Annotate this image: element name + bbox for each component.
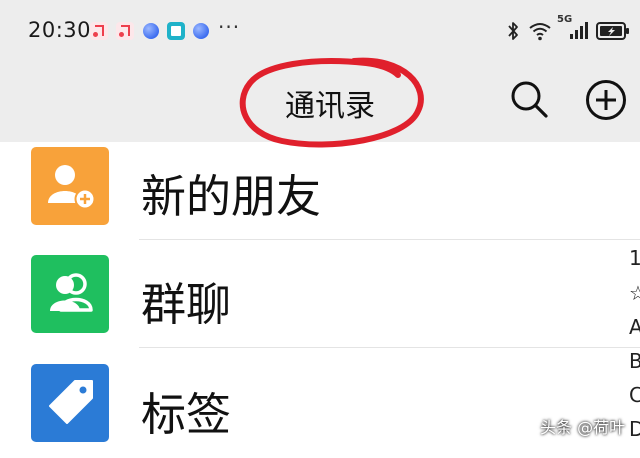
- sphere-icon: [143, 23, 159, 39]
- group-chats-row[interactable]: 群聊: [0, 250, 640, 350]
- book-icon: [167, 22, 185, 40]
- divider: [139, 239, 640, 240]
- music-icon: [90, 22, 108, 40]
- tags-row[interactable]: 标签: [0, 358, 640, 458]
- search-button[interactable]: [508, 78, 550, 120]
- new-friends-row[interactable]: 新的朋友: [0, 142, 640, 242]
- index-letter[interactable]: 1: [629, 246, 640, 270]
- add-button[interactable]: [584, 78, 628, 122]
- signal-icon: [570, 22, 588, 39]
- new-friends-label: 新的朋友: [141, 170, 322, 223]
- index-letter[interactable]: A: [629, 315, 640, 339]
- red-circle-annotation: [239, 57, 424, 148]
- more-notifications-icon: ···: [218, 15, 241, 39]
- tags-label: 标签: [141, 388, 232, 441]
- bluetooth-icon: [508, 22, 518, 40]
- group-icon: [31, 255, 109, 333]
- tag-icon: [31, 364, 109, 442]
- watermark: 头条 @荷叶: [540, 418, 626, 437]
- divider: [139, 347, 640, 348]
- add-contact-icon: [31, 147, 109, 225]
- status-bar: 20:30 ··· 5G: [0, 0, 640, 60]
- sphere-icon: [193, 23, 209, 39]
- index-letter[interactable]: B: [629, 349, 640, 373]
- group-chats-label: 群聊: [141, 278, 232, 331]
- title-bar: 通讯录: [0, 57, 640, 148]
- music-icon: [116, 22, 134, 40]
- index-letter[interactable]: D: [629, 417, 640, 441]
- battery-icon: [596, 22, 629, 40]
- status-time: 20:30: [28, 18, 92, 42]
- index-letter[interactable]: ☆: [629, 281, 640, 305]
- wifi-icon: [529, 23, 551, 41]
- index-letter[interactable]: C: [629, 383, 640, 407]
